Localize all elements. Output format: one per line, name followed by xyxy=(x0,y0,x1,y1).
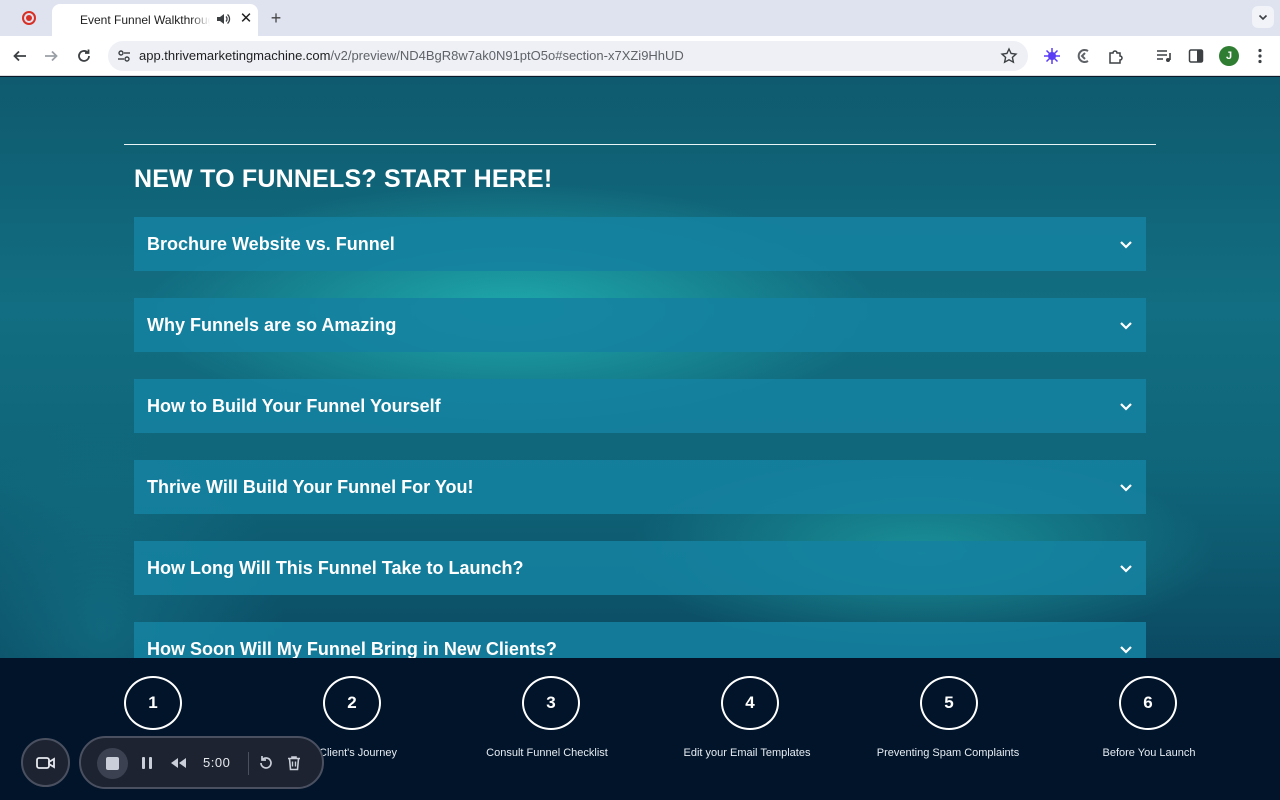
browser-menu-button[interactable] xyxy=(1252,46,1268,66)
pause-icon[interactable] xyxy=(139,755,155,771)
faq-item[interactable]: How Long Will This Funnel Take to Launch… xyxy=(134,541,1146,595)
reload-icon xyxy=(78,49,90,62)
extensions-puzzle-icon[interactable] xyxy=(1106,46,1126,66)
faq-item[interactable]: Brochure Website vs. Funnel xyxy=(134,217,1146,271)
recording-indicator-icon xyxy=(22,11,36,25)
faq-item[interactable]: How to Build Your Funnel Yourself xyxy=(134,379,1146,433)
media-controls-icon[interactable] xyxy=(1154,46,1174,66)
tab-search-button[interactable] xyxy=(1252,6,1274,28)
faq-item[interactable]: Thrive Will Build Your Funnel For You! xyxy=(134,460,1146,514)
step-6[interactable]: 6 Before You Launch xyxy=(1049,658,1249,800)
extension-grey-icon[interactable] xyxy=(1074,46,1094,66)
extension-purple-icon[interactable] xyxy=(1042,46,1062,66)
new-tab-icon[interactable]: + xyxy=(266,8,286,28)
step-5[interactable]: 5 Preventing Spam Complaints xyxy=(850,658,1050,800)
chevron-down-icon xyxy=(1120,403,1132,411)
camera-toggle-button[interactable] xyxy=(21,738,70,787)
sparkle-icon xyxy=(1044,48,1060,64)
step-number: 5 xyxy=(920,676,978,730)
close-tab-icon[interactable]: ✕ xyxy=(238,11,254,27)
divider xyxy=(248,752,249,775)
reload-button[interactable] xyxy=(74,46,94,66)
faq-item[interactable]: Why Funnels are so Amazing xyxy=(134,298,1146,352)
playlist-icon xyxy=(1157,50,1171,62)
recording-controls: 5:00 xyxy=(79,736,324,789)
address-bar[interactable]: app.thrivemarketingmachine.com/v2/previe… xyxy=(108,41,1028,71)
recording-timer: 5:00 xyxy=(203,755,231,770)
faq-label: How Soon Will My Funnel Bring in New Cli… xyxy=(147,638,557,659)
step-number: 2 xyxy=(323,676,381,730)
step-3[interactable]: 3 Consult Funnel Checklist xyxy=(451,658,651,800)
step-number: 1 xyxy=(124,676,182,730)
page-content: NEW TO FUNNELS? START HERE! Brochure Web… xyxy=(0,77,1280,658)
faq-label: How to Build Your Funnel Yourself xyxy=(147,395,441,416)
active-tab[interactable]: Event Funnel Walkthrough ✕ xyxy=(52,4,258,36)
back-button[interactable] xyxy=(10,46,30,66)
url-host: app.thrivemarketingmachine.com xyxy=(139,48,331,63)
puzzle-icon xyxy=(1109,50,1123,64)
browser-toolbar: app.thrivemarketingmachine.com/v2/previe… xyxy=(0,36,1280,76)
loop-icon xyxy=(1077,49,1089,63)
faq-item[interactable]: How Soon Will My Funnel Bring in New Cli… xyxy=(134,622,1146,658)
restart-icon[interactable] xyxy=(257,754,275,772)
chevron-down-icon xyxy=(1258,14,1268,21)
panel-icon xyxy=(1188,49,1204,63)
profile-avatar[interactable]: J xyxy=(1219,46,1239,66)
tab-strip: Event Funnel Walkthrough ✕ + xyxy=(0,0,1280,36)
forward-button[interactable] xyxy=(41,46,61,66)
step-4[interactable]: 4 Edit your Email Templates xyxy=(650,658,850,800)
chevron-down-icon xyxy=(1120,322,1132,330)
more-vertical-icon xyxy=(1258,48,1262,64)
faq-label: How Long Will This Funnel Take to Launch… xyxy=(147,557,524,578)
faq-label: Why Funnels are so Amazing xyxy=(147,314,397,335)
step-label: Preventing Spam Complaints xyxy=(876,747,1020,759)
chevron-down-icon xyxy=(1120,565,1132,573)
step-label: Before You Launch xyxy=(1102,747,1196,759)
faq-label: Thrive Will Build Your Funnel For You! xyxy=(147,476,474,497)
speaker-icon[interactable] xyxy=(215,11,231,27)
site-settings-icon[interactable] xyxy=(116,48,132,64)
chevron-down-icon xyxy=(1120,484,1132,492)
chevron-down-icon xyxy=(1120,241,1132,249)
faq-label: Brochure Website vs. Funnel xyxy=(147,233,395,254)
step-number: 6 xyxy=(1119,676,1177,730)
url-path: /v2/preview/ND4BgR8w7ak0N91ptO5o#section… xyxy=(330,48,684,63)
chevron-down-icon xyxy=(1120,646,1132,654)
camera-icon xyxy=(35,756,55,769)
tab-title: Event Funnel Walkthrough xyxy=(80,13,210,27)
step-number: 3 xyxy=(522,676,580,730)
bookmark-star-icon[interactable] xyxy=(1000,47,1018,65)
section-heading: NEW TO FUNNELS? START HERE! xyxy=(134,165,553,193)
step-label: Edit your Email Templates xyxy=(683,747,811,759)
step-label: Consult Funnel Checklist xyxy=(486,747,608,759)
divider xyxy=(124,144,1156,145)
arrow-left-icon xyxy=(13,50,26,62)
arrow-right-icon xyxy=(45,50,58,62)
url-text: app.thrivemarketingmachine.com/v2/previe… xyxy=(139,48,684,63)
rewind-icon[interactable] xyxy=(169,755,187,771)
stop-recording-button[interactable] xyxy=(97,748,128,779)
side-panel-icon[interactable] xyxy=(1186,46,1206,66)
trash-icon[interactable] xyxy=(285,754,303,772)
step-number: 4 xyxy=(721,676,779,730)
